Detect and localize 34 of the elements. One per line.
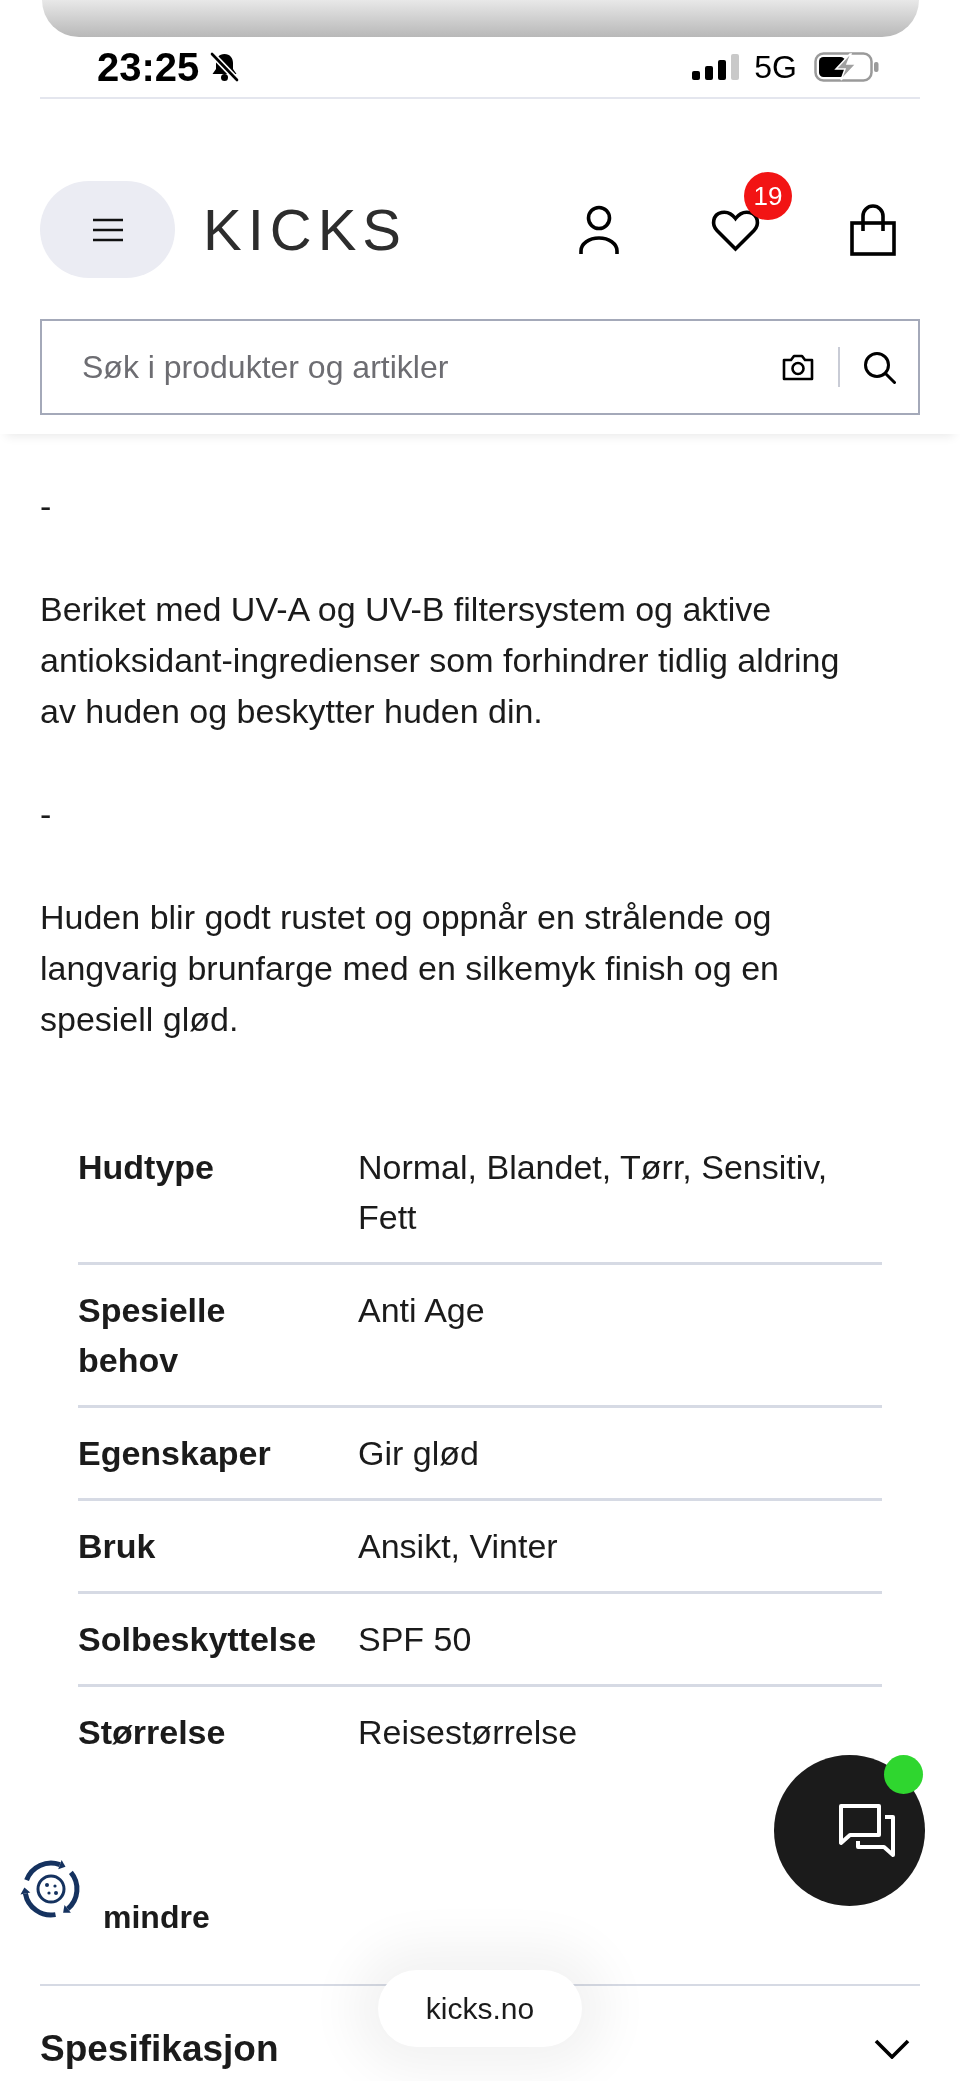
shopping-bag-icon[interactable]: [850, 203, 896, 256]
show-less-link[interactable]: mindre: [103, 1897, 210, 1937]
property-label: Solbeskyttelse: [78, 1620, 317, 1658]
description-text: -: [40, 794, 53, 835]
property-label: Størrelse: [78, 1713, 226, 1751]
property-label: Spesielle behov: [78, 1291, 226, 1379]
battery-charging-icon: [814, 52, 879, 82]
search-input[interactable]: Søk i produkter og artikler: [82, 343, 782, 391]
brand-logo[interactable]: KICKS: [203, 200, 408, 259]
signal-icon: [692, 54, 740, 80]
url-bar[interactable]: kicks.no: [378, 1970, 582, 2047]
bell-slash-icon: [208, 52, 242, 82]
property-label: Hudtype: [78, 1148, 214, 1186]
property-label: Bruk: [78, 1527, 156, 1565]
property-value: Normal, Blandet, Tørr, Sensitiv, Fett: [358, 1148, 828, 1236]
property-value: Gir glød: [358, 1434, 479, 1472]
search-icon[interactable]: [863, 350, 896, 384]
description-text: Beriket med UV-A og UV-B filtersystem og aktive antioksidant-ingredienser som forhindrer tidlig aldring av huden og beskytter huden din.: [40, 589, 841, 732]
property-value: SPF 50: [358, 1620, 472, 1658]
wishlist-count-badge: 19: [744, 171, 792, 220]
property-label: Egenskaper: [78, 1434, 271, 1472]
status-time: 23:25: [97, 47, 200, 87]
property-value: Reisestørrelse: [358, 1713, 578, 1751]
user-icon[interactable]: [578, 203, 620, 256]
search-field[interactable]: Søk i produkter og artikler: [40, 319, 920, 415]
chat-icon: [837, 1802, 896, 1859]
heart-icon[interactable]: [710, 207, 761, 252]
description-text: Huden blir godt rustet og oppnår en strålende og langvarig brunfarge med en silkemyk finish og en spesiell glød.: [40, 897, 780, 1040]
property-value: Ansikt, Vinter: [358, 1527, 558, 1565]
description-text: -: [40, 486, 53, 527]
menu-icon: [92, 217, 123, 242]
property-value: Anti Age: [358, 1291, 485, 1329]
network-label: 5G: [754, 51, 797, 83]
camera-icon[interactable]: [782, 353, 814, 381]
